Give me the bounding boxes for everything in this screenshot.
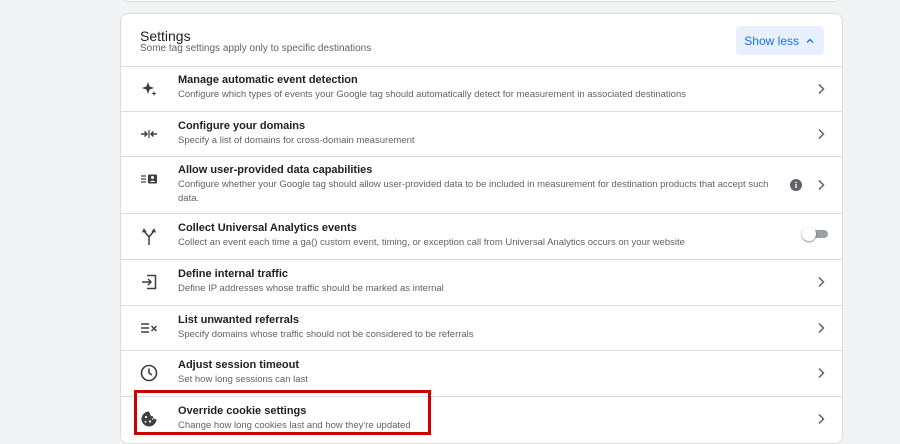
list-remove-icon <box>139 318 159 338</box>
setting-row-define-internal-traffic[interactable]: Define internal traffic Define IP addres… <box>121 260 842 306</box>
setting-row-description: Define IP addresses whose traffic should… <box>178 283 444 294</box>
setting-row-text: List unwanted referrals Specify domains … <box>178 314 772 342</box>
settings-subtitle: Some tag settings apply only to specific… <box>140 43 372 54</box>
setting-row-title: Configure your domains <box>178 120 306 132</box>
setting-row-description: Collect an event each time a ga() custom… <box>178 237 685 248</box>
chevron-right-icon <box>818 322 825 334</box>
chevron-right-icon <box>818 367 825 379</box>
contact-card-icon <box>139 169 159 189</box>
chevron-right-icon <box>818 179 825 191</box>
setting-row-allow-user-provided-data[interactable]: Allow user-provided data capabilities Co… <box>121 157 842 214</box>
setting-row-title: Manage automatic event detection <box>178 74 358 86</box>
setting-row-manage-automatic-event-detection[interactable]: Manage automatic event detection Configu… <box>121 67 842 112</box>
setting-row-override-cookie-settings[interactable]: Override cookie settings Change how long… <box>121 397 842 443</box>
toggle-thumb <box>802 227 816 241</box>
setting-row-description: Configure whether your Google tag should… <box>178 179 769 204</box>
setting-row-text: Adjust session timeout Set how long sess… <box>178 359 772 387</box>
settings-header: Settings Some tag settings apply only to… <box>121 14 842 67</box>
chevron-up-icon <box>806 38 814 43</box>
setting-row-text: Allow user-provided data capabilities Co… <box>178 164 772 206</box>
chevron-right-icon <box>818 83 825 95</box>
setting-row-title: Collect Universal Analytics events <box>178 222 357 234</box>
setting-row-title: Allow user-provided data capabilities <box>178 164 373 176</box>
clock-icon <box>139 363 159 383</box>
setting-row-collect-universal-analytics-events: Collect Universal Analytics events Colle… <box>121 214 842 260</box>
setting-row-title: Define internal traffic <box>178 268 289 280</box>
previous-card-edge <box>120 0 842 2</box>
cookie-icon <box>139 409 159 429</box>
chevron-right-icon <box>818 128 825 140</box>
fork-icon <box>139 227 159 247</box>
setting-row-text: Configure your domains Specify a list of… <box>178 120 772 148</box>
info-icon[interactable] <box>790 179 802 191</box>
login-icon <box>139 272 159 292</box>
chevron-right-icon <box>818 276 825 288</box>
setting-row-text: Collect Universal Analytics events Colle… <box>178 222 772 250</box>
setting-row-description: Configure which types of events your Goo… <box>178 89 687 100</box>
sparkle-icon <box>139 79 159 99</box>
settings-title: Settings <box>140 28 191 44</box>
setting-row-title: Override cookie settings <box>178 405 307 417</box>
chevron-right-icon <box>818 413 825 425</box>
setting-row-configure-your-domains[interactable]: Configure your domains Specify a list of… <box>121 112 842 157</box>
setting-row-title: List unwanted referrals <box>178 314 300 326</box>
show-less-label: Show less <box>744 33 799 48</box>
setting-row-text: Define internal traffic Define IP addres… <box>178 268 772 296</box>
setting-row-text: Override cookie settings Change how long… <box>178 405 772 433</box>
setting-row-description: Change how long cookies last and how the… <box>178 420 411 431</box>
setting-row-list-unwanted-referrals[interactable]: List unwanted referrals Specify domains … <box>121 306 842 351</box>
collect-ua-events-toggle[interactable] <box>802 227 830 241</box>
setting-row-description: Specify a list of domains for cross-doma… <box>178 135 415 146</box>
show-less-button[interactable]: Show less <box>736 26 824 55</box>
merge-arrows-icon <box>139 124 159 144</box>
setting-row-text: Manage automatic event detection Configu… <box>178 74 772 102</box>
settings-card: Settings Some tag settings apply only to… <box>120 13 843 444</box>
setting-row-adjust-session-timeout[interactable]: Adjust session timeout Set how long sess… <box>121 351 842 397</box>
setting-row-description: Specify domains whose traffic should not… <box>178 329 474 340</box>
setting-row-description: Set how long sessions can last <box>178 374 308 385</box>
setting-row-title: Adjust session timeout <box>178 359 300 371</box>
